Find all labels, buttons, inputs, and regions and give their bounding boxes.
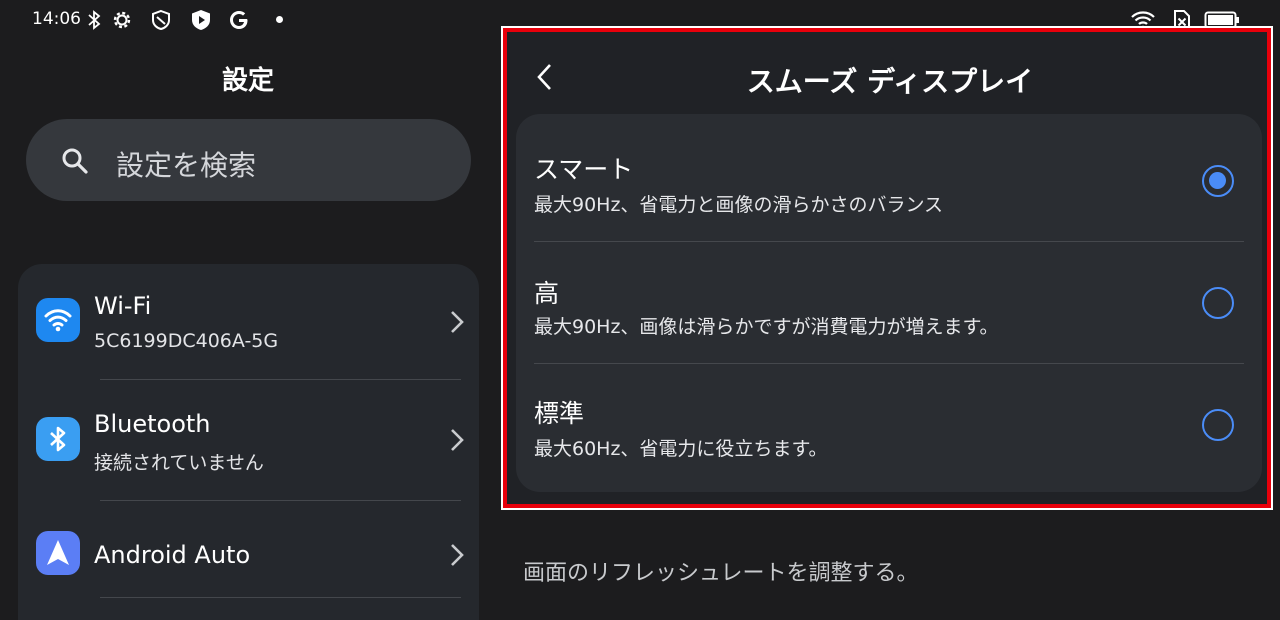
settings-item-android-auto[interactable]: Android Auto: [18, 501, 479, 597]
footer-description: 画面のリフレッシュレートを調整する。: [523, 561, 919, 586]
gear-icon: [113, 11, 131, 29]
radio-button[interactable]: [1202, 409, 1234, 441]
settings-item-bluetooth[interactable]: Bluetooth 接続されていません: [18, 380, 479, 500]
option-title: 高: [534, 279, 560, 308]
option-description: 最大90Hz、省電力と画像の滑らかさのバランス: [534, 194, 944, 216]
android-auto-icon: [36, 531, 80, 575]
status-time: 14:06: [32, 9, 81, 29]
search-placeholder: 設定を検索: [116, 149, 257, 182]
shield-icon: [152, 9, 170, 31]
option-description: 最大60Hz、省電力に役立ちます。: [534, 438, 828, 460]
divider: [100, 597, 461, 598]
chevron-right-icon: [451, 429, 464, 451]
settings-item-wifi[interactable]: Wi-Fi 5C6199DC406A-5G: [18, 264, 479, 379]
option-title: スマート: [534, 155, 634, 184]
bluetooth-icon: [88, 10, 101, 30]
search-icon: [62, 148, 88, 174]
divider: [534, 363, 1244, 364]
dot-icon: [276, 16, 283, 23]
settings-item-subtitle: 接続されていません: [94, 452, 264, 474]
bluetooth-icon: [36, 417, 80, 461]
option-description: 最大90Hz、画像は滑らかですが消費電力が増えます。: [534, 316, 999, 338]
settings-item-title: Wi-Fi: [94, 292, 152, 320]
panel-title: スムーズ ディスプレイ: [746, 65, 1034, 98]
wifi-icon: [36, 298, 80, 342]
radio-button-selected[interactable]: [1202, 165, 1234, 197]
google-icon: [230, 11, 248, 29]
chevron-right-icon: [451, 544, 464, 566]
settings-item-title: Bluetooth: [94, 410, 211, 438]
settings-item-title: Android Auto: [94, 541, 251, 569]
chevron-right-icon: [451, 311, 464, 333]
settings-item-subtitle: 5C6199DC406A-5G: [94, 330, 279, 352]
radio-dot: [1209, 172, 1226, 189]
page-title: 設定: [221, 66, 274, 96]
radio-button[interactable]: [1202, 287, 1234, 319]
option-title: 標準: [534, 399, 585, 428]
divider: [534, 241, 1244, 242]
play-shield-icon: [192, 10, 210, 30]
